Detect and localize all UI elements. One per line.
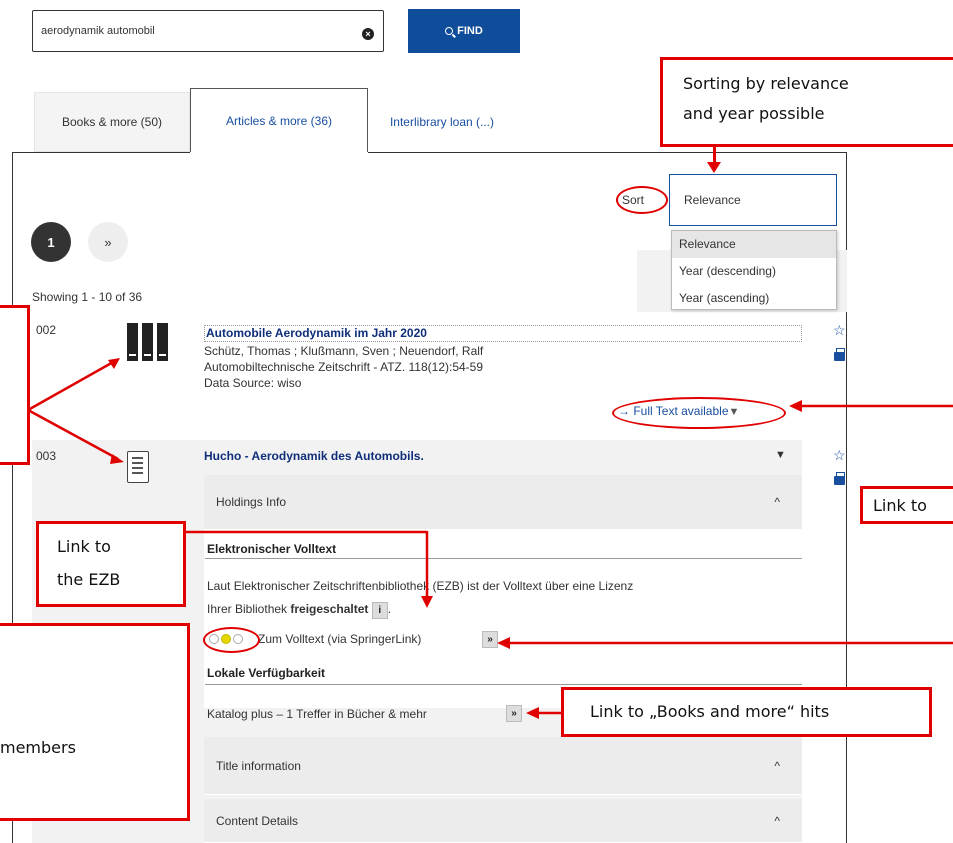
annotation-link-to: Link to xyxy=(860,486,953,524)
annotation-members: members xyxy=(0,623,190,821)
tab-articles-and-more[interactable]: Articles & more (36) xyxy=(190,88,368,152)
annotation-books-hits: Link to „Books and more“ hits xyxy=(561,687,932,737)
annotation-ezb: Link to the EZB xyxy=(36,521,186,607)
annotation-ellipse-fulltext xyxy=(612,397,786,429)
annotation-ellipse-traffic xyxy=(203,627,260,653)
